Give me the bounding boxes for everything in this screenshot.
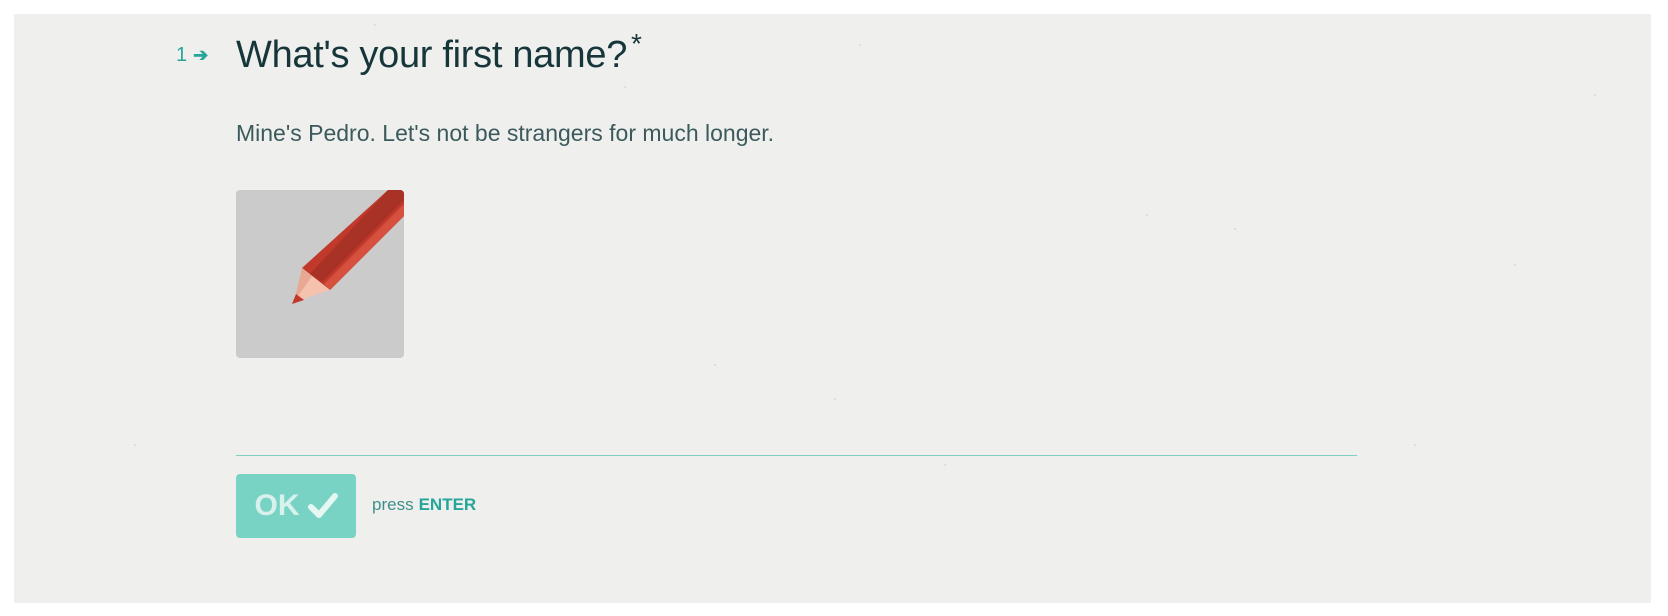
question-number: 1 ➔ [176, 44, 236, 67]
ok-button[interactable]: OK [236, 474, 356, 538]
texture-speck [134, 444, 136, 446]
texture-speck [944, 464, 946, 466]
required-asterisk: * [631, 28, 642, 59]
arrow-right-icon: ➔ [193, 45, 209, 65]
texture-speck [834, 398, 836, 400]
texture-speck [859, 44, 861, 46]
question-image [236, 190, 404, 358]
texture-speck [624, 86, 626, 88]
ok-button-label: OK [254, 489, 300, 522]
enter-hint: press ENTER [372, 495, 476, 515]
pencil-icon [292, 190, 404, 304]
enter-hint-prefix: press [372, 495, 414, 514]
question-number-label: 1 [176, 44, 188, 66]
texture-speck [1514, 264, 1516, 266]
texture-speck [1414, 444, 1416, 446]
texture-speck [1594, 94, 1596, 96]
answer-input-underline[interactable] [236, 455, 1357, 456]
question-description: Mine's Pedro. Let's not be strangers for… [236, 120, 775, 146]
texture-speck [714, 364, 716, 366]
check-icon [307, 493, 338, 519]
texture-speck [1146, 214, 1148, 216]
question-title: What's your first name? [236, 34, 628, 76]
texture-speck [1234, 228, 1236, 230]
question-header: 1 ➔ What's your first name? * [176, 22, 642, 74]
enter-key-label: ENTER [418, 495, 477, 514]
